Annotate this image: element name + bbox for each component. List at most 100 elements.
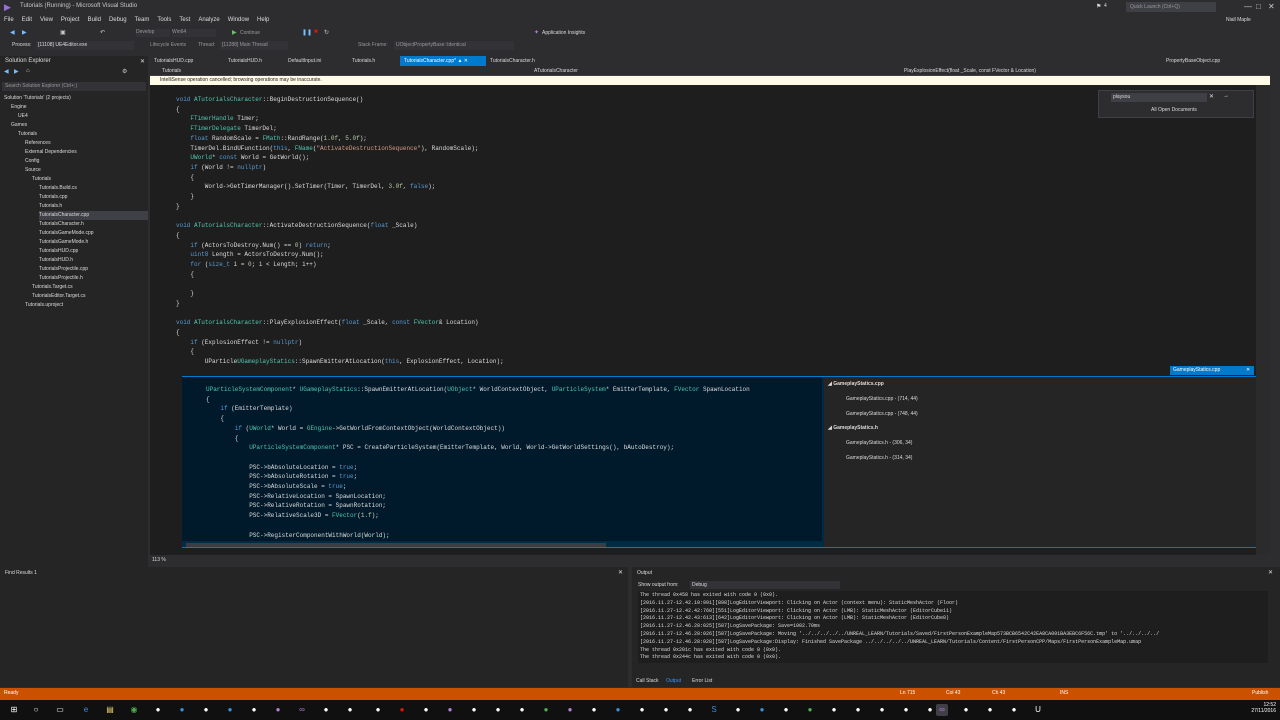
edge-icon[interactable]: e xyxy=(80,704,92,716)
save-icon[interactable]: ▣ xyxy=(60,29,66,36)
peek-result[interactable]: GameplayStatics.h - (314, 34) xyxy=(846,455,912,461)
close-button[interactable]: ✕ xyxy=(1268,2,1275,11)
close-panel-icon[interactable]: ✕ xyxy=(1268,569,1273,576)
lifecycle-events-button[interactable]: Lifecycle Events xyxy=(150,42,186,48)
app-icon[interactable]: ● xyxy=(564,704,576,716)
app-icon[interactable]: ● xyxy=(420,704,432,716)
publish-button[interactable]: Publish xyxy=(1252,690,1268,696)
app-icon[interactable]: ● xyxy=(780,704,792,716)
tree-item[interactable]: TutorialsHUD.h xyxy=(39,256,73,265)
maximize-button[interactable]: □ xyxy=(1256,2,1261,11)
wrench-icon[interactable]: ⚙ xyxy=(122,68,127,75)
continue-icon[interactable]: ▶ xyxy=(232,29,237,36)
tree-item[interactable]: TutorialsProjectile.cpp xyxy=(39,265,88,274)
tree-item[interactable]: UE4 xyxy=(18,112,28,121)
forward-icon[interactable]: ▶ xyxy=(22,29,27,36)
peek-result[interactable]: GameplayStatics.h - (306, 34) xyxy=(846,440,912,446)
tab-tutorialshud-h[interactable]: TutorialsHUD.h xyxy=(224,56,266,66)
continue-button[interactable]: Continue xyxy=(240,30,260,36)
tab-error-list[interactable]: Error List xyxy=(692,678,712,684)
tree-item[interactable]: Tutorials.cpp xyxy=(39,193,67,202)
menu-project[interactable]: Project xyxy=(57,14,84,26)
user-name[interactable]: Niall Maple xyxy=(1226,17,1251,23)
app-icon[interactable]: ● xyxy=(372,704,384,716)
file-explorer-icon[interactable]: ▤ xyxy=(104,704,116,716)
app-icon[interactable]: ● xyxy=(200,704,212,716)
app-icon[interactable]: ● xyxy=(960,704,972,716)
tree-item[interactable]: Tutorials xyxy=(18,130,37,139)
app-icon[interactable]: ● xyxy=(636,704,648,716)
undo-icon[interactable]: ↶ xyxy=(100,29,105,36)
notifications-icon[interactable]: ⚑ xyxy=(1096,3,1101,10)
minimize-button[interactable]: — xyxy=(1244,2,1252,11)
tree-item[interactable]: Config xyxy=(25,157,39,166)
app-icon[interactable]: ● xyxy=(492,704,504,716)
app-icon[interactable]: ● xyxy=(984,704,996,716)
menu-tools[interactable]: Tools xyxy=(153,14,175,26)
forward-icon[interactable]: ▶ xyxy=(14,68,19,75)
app-icon[interactable]: ● xyxy=(612,704,624,716)
back-icon[interactable]: ◀ xyxy=(4,68,9,75)
menu-build[interactable]: Build xyxy=(84,14,105,26)
app-icon[interactable]: ● xyxy=(468,704,480,716)
platform-select[interactable]: Win64 xyxy=(172,29,216,37)
tree-item[interactable]: TutorialsEditor.Target.cs xyxy=(32,292,85,301)
tree-item[interactable]: Source xyxy=(25,166,41,175)
menu-team[interactable]: Team xyxy=(131,14,154,26)
visual-studio-active-icon[interactable]: ∞ xyxy=(936,704,948,716)
app-icon[interactable]: ● xyxy=(828,704,840,716)
close-panel-icon[interactable]: ✕ xyxy=(618,569,623,576)
tree-item[interactable]: Games xyxy=(11,121,27,130)
config-select[interactable]: Develop xyxy=(136,29,170,37)
app-icon[interactable]: ● xyxy=(152,704,164,716)
app-icon[interactable]: ● xyxy=(684,704,696,716)
peek-horizontal-scrollbar[interactable] xyxy=(186,543,606,547)
output-text[interactable]: The thread 0x458 has exited with code 0 … xyxy=(638,591,1268,663)
app-icon[interactable]: ● xyxy=(756,704,768,716)
pin-icon[interactable]: ▲ xyxy=(457,58,462,64)
tree-item[interactable]: TutorialsCharacter.cpp xyxy=(39,211,148,220)
output-source-select[interactable]: Debug xyxy=(690,581,840,589)
menu-analyze[interactable]: Analyze xyxy=(194,14,223,26)
tree-item[interactable]: TutorialsGameMode.h xyxy=(39,238,88,247)
menu-help[interactable]: Help xyxy=(253,14,273,26)
peek-group-h[interactable]: ◢ GameplayStatics.h xyxy=(828,425,878,431)
member-dropdown[interactable]: PlayExplosionEffect(float _Scale, const … xyxy=(904,68,1036,74)
peek-code[interactable]: UParticleSystemComponent* UGameplayStati… xyxy=(182,377,822,541)
find-close-icon[interactable]: ✕ xyxy=(1209,93,1214,100)
project-dropdown[interactable]: Tutorials xyxy=(162,68,181,74)
app-icon[interactable]: ● xyxy=(344,704,356,716)
menu-file[interactable]: File xyxy=(0,14,18,26)
stack-frame-select[interactable]: UObjectPropertyBase::Identical xyxy=(394,41,514,50)
app-icon[interactable]: ● xyxy=(900,704,912,716)
peek-title-tab[interactable]: GameplayStatics.cpp ✕ xyxy=(1170,366,1254,375)
tab-propertybaseobject-cpp[interactable]: PropertyBaseObject.cpp xyxy=(1162,56,1224,66)
chrome-icon[interactable]: ◉ xyxy=(128,704,140,716)
back-icon[interactable]: ◀ xyxy=(10,29,15,36)
app-icon[interactable]: ● xyxy=(444,704,456,716)
peek-group-cpp[interactable]: ◢ GameplayStatics.cpp xyxy=(828,381,884,387)
tab-tutorialshud-cpp[interactable]: TutorialsHUD.cpp xyxy=(150,56,197,66)
tree-item[interactable]: Solution 'Tutorials' (2 projects) xyxy=(4,94,71,103)
tree-item[interactable]: Tutorials xyxy=(32,175,51,184)
quick-launch-input[interactable]: Quick Launch (Ctrl+Q) xyxy=(1126,2,1216,12)
find-input[interactable]: playsou xyxy=(1111,93,1207,102)
visual-studio-icon[interactable]: ∞ xyxy=(296,704,308,716)
find-scope-select[interactable]: All Open Documents xyxy=(1151,107,1197,113)
tree-item[interactable]: Tutorials.uproject xyxy=(25,301,63,310)
tab-defaultinput-ini[interactable]: DefaultInput.ini xyxy=(284,56,325,66)
app-icon[interactable]: ● xyxy=(924,704,936,716)
peek-result[interactable]: GameplayStatics.cpp - (714, 44) xyxy=(846,396,918,402)
app-icon[interactable]: ● xyxy=(852,704,864,716)
tree-item[interactable]: Engine xyxy=(11,103,27,112)
cortana-icon[interactable]: ○ xyxy=(30,704,42,716)
menu-edit[interactable]: Edit xyxy=(18,14,36,26)
class-dropdown[interactable]: ATutorialsCharacter xyxy=(534,68,578,74)
tree-item[interactable]: Tutorials.h xyxy=(39,202,62,211)
task-view-icon[interactable]: ▭ xyxy=(54,704,66,716)
restart-icon[interactable]: ↻ xyxy=(324,29,329,36)
solution-search-input[interactable]: Search Solution Explorer (Ctrl+;) xyxy=(2,82,146,91)
app-icon[interactable]: ● xyxy=(660,704,672,716)
close-tab-icon[interactable]: ✕ xyxy=(464,58,468,64)
tree-item[interactable]: TutorialsProjectile.h xyxy=(39,274,83,283)
